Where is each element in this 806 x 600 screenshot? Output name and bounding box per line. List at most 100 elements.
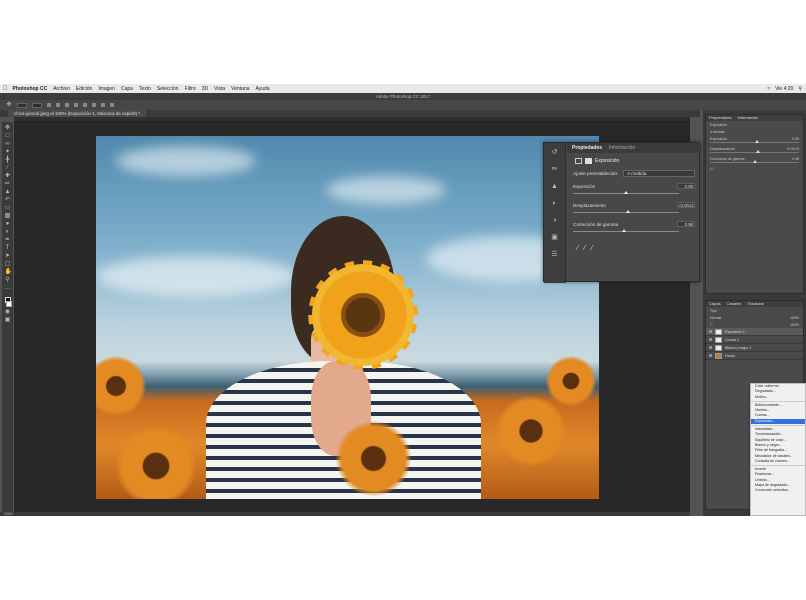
move-tool-icon[interactable]: ✥ bbox=[6, 102, 12, 108]
sunflower-girl-photo[interactable] bbox=[96, 136, 599, 499]
tab-paths[interactable]: Trazados bbox=[747, 301, 764, 307]
libraries-icon[interactable]: ☰ bbox=[551, 251, 559, 259]
zoom-level[interactable]: 100% bbox=[4, 512, 13, 516]
move-icon[interactable]: ✥ bbox=[5, 125, 11, 131]
context-menu-item[interactable]: Motivo... bbox=[751, 395, 805, 400]
tab-layers[interactable]: Capas bbox=[709, 301, 721, 307]
gamma-slider[interactable] bbox=[573, 229, 679, 232]
align-left-icon[interactable] bbox=[47, 103, 51, 107]
layer-name[interactable]: Exposición 1 bbox=[725, 330, 745, 334]
layer-row[interactable]: Curvas 1 bbox=[706, 336, 803, 344]
menu-edicion[interactable]: Edición bbox=[76, 86, 92, 92]
gray-point-eyedropper-icon[interactable]: ⁄ bbox=[584, 245, 585, 252]
dock-tab-properties[interactable]: Propiedades bbox=[709, 115, 731, 121]
slider-thumb[interactable] bbox=[624, 191, 628, 194]
blend-mode-select[interactable]: Normal bbox=[710, 316, 721, 320]
brush-icon[interactable]: ✏ bbox=[5, 181, 11, 187]
dock-preset-value[interactable]: A medida bbox=[710, 130, 725, 134]
opacity-value[interactable]: 100% bbox=[790, 316, 799, 320]
mask-icon[interactable] bbox=[585, 158, 592, 164]
fill-value[interactable]: 100% bbox=[790, 323, 799, 327]
dodge-icon[interactable]: ◐ bbox=[5, 229, 11, 235]
offset-slider[interactable] bbox=[573, 210, 679, 213]
menu-filtro[interactable]: Filtro bbox=[185, 86, 196, 92]
menu-vista[interactable]: Vista bbox=[214, 86, 225, 92]
wifi-icon[interactable]: ≈ bbox=[767, 86, 770, 92]
lock-icon[interactable]: □ bbox=[710, 323, 712, 327]
clone-source-icon[interactable]: ▲ bbox=[551, 183, 559, 191]
align-top-icon[interactable] bbox=[74, 103, 78, 107]
blur-icon[interactable]: ● bbox=[5, 221, 11, 227]
clock-text[interactable]: Vie 4:20 bbox=[775, 86, 793, 92]
context-menu-item[interactable]: Consulta de colores... bbox=[751, 459, 805, 464]
magic-wand-icon[interactable]: ✦ bbox=[5, 149, 11, 155]
eye-icon[interactable] bbox=[709, 330, 712, 333]
menu-ventana[interactable]: Ventana bbox=[231, 86, 249, 92]
dock-exposure-slider[interactable] bbox=[710, 140, 799, 143]
3d-mode-icon[interactable] bbox=[110, 103, 114, 107]
history-icon[interactable]: ↺ bbox=[551, 149, 559, 157]
auto-select-dropdown[interactable] bbox=[17, 102, 27, 108]
healing-icon[interactable]: ✚ bbox=[5, 173, 11, 179]
dock-offset-slider[interactable] bbox=[710, 150, 799, 153]
eyedropper-tool-icon[interactable]: ⁄ bbox=[5, 165, 11, 171]
offset-input[interactable]: +0.0013 bbox=[677, 202, 695, 208]
dock-value[interactable]: +0.0013 bbox=[786, 147, 799, 151]
eye-icon[interactable] bbox=[709, 354, 712, 357]
quick-mask-icon[interactable]: ◉ bbox=[5, 309, 11, 315]
layer-name[interactable]: Fondo bbox=[725, 354, 735, 358]
align-bottom-icon[interactable] bbox=[92, 103, 96, 107]
dock-value[interactable]: 0.00 bbox=[792, 137, 799, 141]
menu-texto[interactable]: Texto bbox=[139, 86, 151, 92]
menu-app-name[interactable]: Photoshop CC bbox=[13, 86, 48, 92]
eyedropper-icon[interactable]: ⁄ ⁄ ⁄ bbox=[710, 167, 714, 171]
slider-thumb[interactable] bbox=[626, 210, 631, 213]
preset-select[interactable]: A medida bbox=[623, 170, 695, 177]
shape-icon[interactable]: ▢ bbox=[5, 261, 11, 267]
tab-info[interactable]: Información bbox=[609, 145, 635, 151]
layer-row[interactable]: Blanco y negro 1 bbox=[706, 344, 803, 352]
context-menu-item[interactable]: Exposición... bbox=[751, 418, 805, 425]
distribute-icon[interactable] bbox=[101, 103, 105, 107]
brush-settings-icon[interactable]: ✏ bbox=[551, 166, 559, 174]
tab-channels[interactable]: Canales bbox=[727, 301, 742, 307]
white-point-eyedropper-icon[interactable]: ⁄ bbox=[591, 245, 592, 252]
dock-gamma-slider[interactable] bbox=[710, 160, 799, 163]
apple-icon[interactable]:  bbox=[3, 86, 8, 92]
hand-icon[interactable]: ✋ bbox=[5, 269, 12, 275]
styles-icon[interactable]: ▣ bbox=[551, 234, 559, 242]
black-point-eyedropper-icon[interactable]: ⁄ bbox=[577, 245, 578, 252]
zoom-icon[interactable]: ⚲ bbox=[5, 277, 11, 283]
align-center-icon[interactable] bbox=[56, 103, 60, 107]
menu-imagen[interactable]: Imagen bbox=[98, 86, 115, 92]
gradient-icon[interactable]: ▩ bbox=[5, 213, 11, 219]
screen-mode-icon[interactable]: ▣ bbox=[5, 317, 11, 323]
align-right-icon[interactable] bbox=[65, 103, 69, 107]
marquee-icon[interactable]: □ bbox=[5, 133, 11, 139]
eraser-icon[interactable]: ▭ bbox=[5, 205, 11, 211]
transform-controls-checkbox[interactable] bbox=[32, 102, 42, 108]
pen-icon[interactable]: ✒ bbox=[5, 237, 11, 243]
lasso-icon[interactable]: ∞ bbox=[5, 141, 11, 147]
more-tools-icon[interactable]: … bbox=[5, 285, 11, 291]
spotlight-icon[interactable]: ⚲ bbox=[798, 86, 802, 92]
background-color-swatch[interactable] bbox=[6, 301, 12, 307]
document-tab[interactable]: chica-girasol.jpeg al 100% (Exposición 1… bbox=[8, 110, 147, 117]
slider-thumb[interactable] bbox=[621, 229, 626, 232]
dock-tab-info[interactable]: Información bbox=[737, 115, 758, 121]
type-icon[interactable]: T bbox=[5, 245, 11, 251]
adjustments-icon[interactable]: ◑ bbox=[551, 217, 559, 225]
menu-3d[interactable]: 3D bbox=[202, 86, 208, 92]
eye-icon[interactable] bbox=[709, 338, 712, 341]
menu-ayuda[interactable]: Ayuda bbox=[256, 86, 270, 92]
layer-name[interactable]: Curvas 1 bbox=[725, 338, 739, 342]
context-menu-item[interactable]: Corrección selectiva... bbox=[751, 488, 805, 493]
exposure-input[interactable]: 0.00 bbox=[677, 183, 695, 189]
exposure-slider[interactable] bbox=[573, 191, 679, 194]
gamma-input[interactable]: 0.98 bbox=[677, 221, 695, 227]
menu-capa[interactable]: Capa bbox=[121, 86, 133, 92]
clone-stamp-icon[interactable]: ▲ bbox=[5, 189, 11, 195]
dock-preset-row[interactable]: A medida bbox=[706, 128, 803, 135]
menu-archivo[interactable]: Archivo bbox=[53, 86, 70, 92]
eye-icon[interactable] bbox=[709, 346, 712, 349]
